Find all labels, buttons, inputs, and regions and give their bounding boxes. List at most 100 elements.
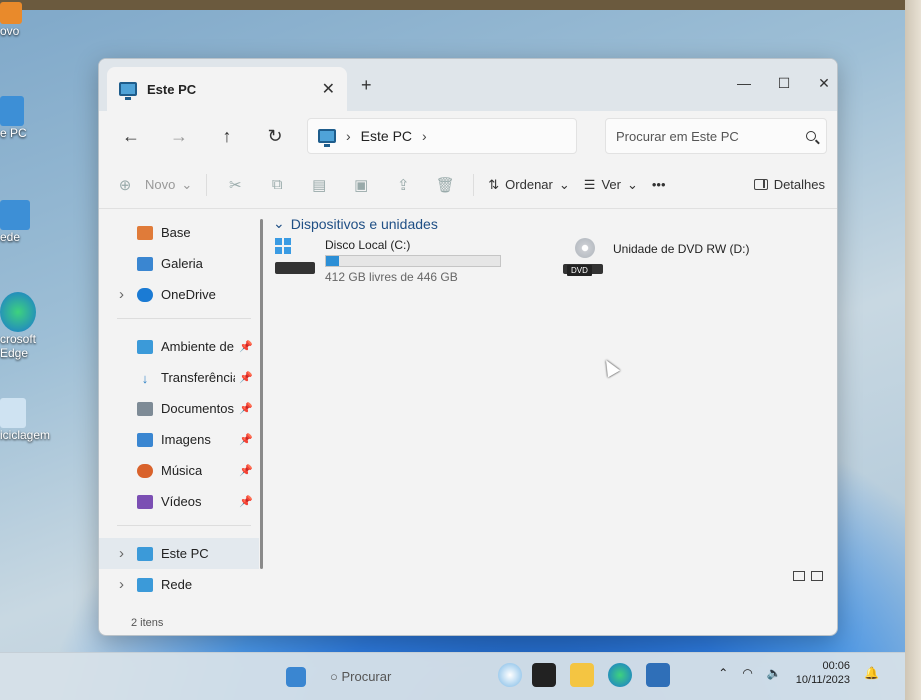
back-button[interactable]: ← <box>109 120 153 152</box>
download-icon: ↓ <box>141 370 149 386</box>
monitor-icon <box>0 96 24 126</box>
task-view-icon[interactable] <box>532 663 556 687</box>
taskbar-search[interactable]: ○ Procurar <box>330 669 391 684</box>
store-icon[interactable] <box>646 663 670 687</box>
file-explorer-icon[interactable] <box>570 663 594 687</box>
sidebar-item-downloads[interactable]: ↓ Transferência 📌 <box>99 362 259 393</box>
tab-title: Este PC <box>147 81 197 97</box>
monitor-icon <box>137 546 153 561</box>
music-icon <box>137 463 153 478</box>
minimize-button[interactable]: — <box>737 75 751 92</box>
details-pane-icon <box>753 179 768 190</box>
sort-icon: ⇅ <box>488 176 500 192</box>
explorer-body: Base Galeria OneDrive Ambiente de 📌 ↓ Tr… <box>99 209 837 611</box>
desktop-icon-network[interactable]: ede <box>0 200 40 244</box>
bing-icon[interactable] <box>498 663 522 687</box>
disc-icon <box>575 238 595 258</box>
sidebar-item-onedrive[interactable]: OneDrive <box>99 279 259 310</box>
divider <box>117 525 251 526</box>
sort-button[interactable]: ⇅ Ordenar ⌄ <box>488 177 570 193</box>
network-icon <box>137 577 153 592</box>
new-button[interactable]: ⊕ Novo ⌄ <box>111 176 193 194</box>
sidebar-item-videos[interactable]: Vídeos 📌 <box>99 486 259 517</box>
view-button[interactable]: ☰ Ver ⌄ <box>584 177 638 193</box>
view-label: Ver <box>601 177 621 192</box>
sidebar-item-label: Imagens <box>161 432 211 447</box>
video-icon <box>137 494 153 509</box>
monitor-bezel-right <box>905 0 921 700</box>
drive-d[interactable]: DVD Unidade de DVD RW (D:) <box>561 238 750 284</box>
sidebar-item-music[interactable]: Música 📌 <box>99 455 259 486</box>
details-button[interactable]: Detalhes <box>753 177 825 192</box>
pin-icon: 📌 <box>239 372 253 384</box>
sidebar-item-label: Vídeos <box>161 494 202 509</box>
rename-icon[interactable]: ▣ <box>347 176 375 194</box>
new-tab-button[interactable]: + <box>361 75 372 96</box>
sidebar-item-rede[interactable]: Rede <box>99 569 259 600</box>
navigation-bar: ← → ↑ ↻ › Este PC › Procurar em Este PC <box>99 111 837 161</box>
sidebar-item-label: OneDrive <box>161 287 216 302</box>
up-button[interactable]: ↑ <box>205 120 249 152</box>
sidebar-item-galeria[interactable]: Galeria <box>99 248 259 279</box>
desktop-icon-edge[interactable]: crosoft Edge <box>0 292 40 360</box>
chevron-right-icon[interactable]: › <box>346 128 351 144</box>
forward-button[interactable]: → <box>157 120 201 152</box>
file-explorer-window: Este PC ✕ + — ☐ ✕ ← → ↑ ↻ › Este PC › Pr… <box>98 58 838 636</box>
edge-icon[interactable] <box>608 663 632 687</box>
desktop-icon-recycle[interactable]: iciclagem <box>0 398 50 442</box>
desktop-icon <box>137 339 153 354</box>
group-header[interactable]: ⌄ Dispositivos e unidades <box>273 215 823 232</box>
sidebar-item-documents[interactable]: Documentos 📌 <box>99 393 259 424</box>
sidebar-item-label: Base <box>161 225 191 240</box>
breadcrumb-este-pc[interactable]: Este PC <box>361 128 412 144</box>
plus-circle-icon: ⊕ <box>118 176 132 194</box>
desktop-icon-label: ede <box>0 230 21 244</box>
pin-icon: 📌 <box>239 434 253 446</box>
system-tray: ⌃ ◠ 🔈 00:06 10/11/2023 🔔 <box>718 659 879 687</box>
cut-icon[interactable]: ✂ <box>221 176 249 194</box>
network-icon <box>0 200 30 230</box>
gallery-icon <box>137 256 153 271</box>
monitor-icon <box>318 129 336 147</box>
sidebar-item-label: Transferência <box>161 370 235 385</box>
close-window-button[interactable]: ✕ <box>817 75 831 92</box>
desktop-icon-this-pc[interactable]: e PC <box>0 96 40 140</box>
edge-icon <box>0 292 36 332</box>
cloud-icon <box>137 287 153 302</box>
wifi-icon[interactable]: ◠ <box>742 666 752 680</box>
sidebar-item-label: Música <box>161 463 203 478</box>
sidebar-item-pictures[interactable]: Imagens 📌 <box>99 424 259 455</box>
drive-c[interactable]: Disco Local (C:) 412 GB livres de 446 GB <box>273 238 501 284</box>
share-icon[interactable]: ⇪ <box>389 176 417 194</box>
window-controls: — ☐ ✕ <box>737 75 831 92</box>
refresh-button[interactable]: ↻ <box>253 120 297 152</box>
status-item-count: 2 itens <box>131 617 164 629</box>
sidebar-item-desktop[interactable]: Ambiente de 📌 <box>99 331 259 362</box>
delete-icon[interactable]: 🗑 <box>431 176 459 194</box>
close-tab-icon[interactable]: ✕ <box>322 79 335 99</box>
drives-list: Disco Local (C:) 412 GB livres de 446 GB… <box>273 238 823 284</box>
sidebar-item-este-pc[interactable]: Este PC <box>99 538 259 569</box>
sidebar-item-base[interactable]: Base <box>99 217 259 248</box>
clock[interactable]: 00:06 10/11/2023 <box>796 659 850 687</box>
search-input[interactable]: Procurar em Este PC <box>605 118 827 154</box>
maximize-button[interactable]: ☐ <box>777 75 791 92</box>
command-bar: ⊕ Novo ⌄ ✂ ⧉ ▤ ▣ ⇪ 🗑 ⇅ Ordenar ⌄ ☰ Ver ⌄… <box>99 161 837 209</box>
paste-icon[interactable]: ▤ <box>305 176 333 194</box>
tab-este-pc[interactable]: Este PC ✕ <box>107 67 347 111</box>
details-view-icon[interactable] <box>793 571 805 581</box>
chevron-up-icon[interactable]: ⌃ <box>718 666 728 680</box>
windows-logo-icon <box>275 238 291 254</box>
copy-icon[interactable]: ⧉ <box>263 176 291 193</box>
monitor-bezel-top <box>0 0 921 10</box>
pin-icon: 📌 <box>239 496 253 508</box>
tiles-view-icon[interactable] <box>811 571 823 581</box>
desktop-icon-new[interactable]: ovo <box>0 2 40 38</box>
more-options-button[interactable]: ••• <box>652 177 666 192</box>
address-bar[interactable]: › Este PC › <box>307 118 577 154</box>
notification-bell-icon[interactable]: 🔔 <box>864 666 879 680</box>
volume-icon[interactable]: 🔈 <box>767 666 782 680</box>
chevron-right-icon[interactable]: › <box>422 128 427 144</box>
start-button-icon[interactable] <box>286 667 306 687</box>
desktop-icon-label: e PC <box>0 126 27 140</box>
